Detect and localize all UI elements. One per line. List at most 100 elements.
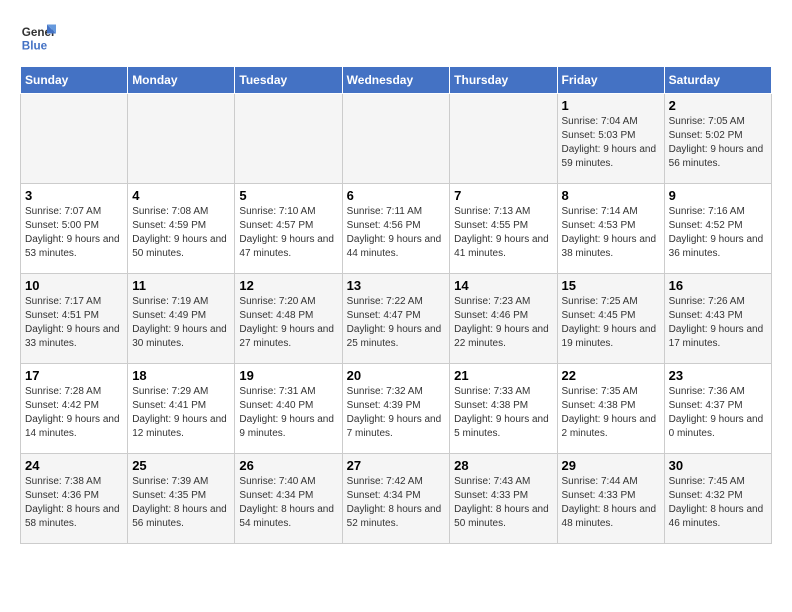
page-header: General Blue (20, 20, 772, 56)
day-number: 5 (239, 188, 337, 203)
calendar-cell: 18 Sunrise: 7:29 AM Sunset: 4:41 PM Dayli… (128, 364, 235, 454)
day-detail: Sunrise: 7:26 AM Sunset: 4:43 PM Dayligh… (669, 295, 767, 351)
day-detail: Sunrise: 7:44 AM Sunset: 4:33 PM Dayligh… (562, 475, 660, 531)
calendar-cell: 6 Sunrise: 7:11 AM Sunset: 4:56 PM Daylig… (342, 184, 450, 274)
day-detail: Sunrise: 7:38 AM Sunset: 4:36 PM Dayligh… (25, 475, 123, 531)
day-detail: Sunrise: 7:43 AM Sunset: 4:33 PM Dayligh… (454, 475, 552, 531)
day-detail: Sunrise: 7:32 AM Sunset: 4:39 PM Dayligh… (347, 385, 446, 441)
calendar-cell: 4 Sunrise: 7:08 AM Sunset: 4:59 PM Daylig… (128, 184, 235, 274)
day-detail: Sunrise: 7:13 AM Sunset: 4:55 PM Dayligh… (454, 205, 552, 261)
day-number: 21 (454, 368, 552, 383)
calendar-cell: 28 Sunrise: 7:43 AM Sunset: 4:33 PM Dayli… (450, 454, 557, 544)
calendar-cell: 21 Sunrise: 7:33 AM Sunset: 4:38 PM Dayli… (450, 364, 557, 454)
day-detail: Sunrise: 7:25 AM Sunset: 4:45 PM Dayligh… (562, 295, 660, 351)
day-detail: Sunrise: 7:33 AM Sunset: 4:38 PM Dayligh… (454, 385, 552, 441)
day-number: 30 (669, 458, 767, 473)
header-sunday: Sunday (21, 67, 128, 94)
calendar-week-0: 1Sunrise: 7:04 AM Sunset: 5:03 PM Daylig… (21, 94, 772, 184)
calendar-cell (21, 94, 128, 184)
calendar-cell: 23 Sunrise: 7:36 AM Sunset: 4:37 PM Dayli… (664, 364, 771, 454)
day-number: 2 (669, 98, 767, 113)
calendar-cell (342, 94, 450, 184)
day-number: 11 (132, 278, 230, 293)
day-number: 26 (239, 458, 337, 473)
calendar-cell (128, 94, 235, 184)
day-detail: Sunrise: 7:16 AM Sunset: 4:52 PM Dayligh… (669, 205, 767, 261)
day-detail: Sunrise: 7:29 AM Sunset: 4:41 PM Dayligh… (132, 385, 230, 441)
calendar-cell: 22 Sunrise: 7:35 AM Sunset: 4:38 PM Dayli… (557, 364, 664, 454)
calendar-cell: 14Sunrise: 7:23 AM Sunset: 4:46 PM Dayli… (450, 274, 557, 364)
day-number: 24 (25, 458, 123, 473)
calendar-cell: 20 Sunrise: 7:32 AM Sunset: 4:39 PM Dayli… (342, 364, 450, 454)
day-number: 22 (562, 368, 660, 383)
day-number: 23 (669, 368, 767, 383)
day-detail: Sunrise: 7:40 AM Sunset: 4:34 PM Dayligh… (239, 475, 337, 531)
day-number: 13 (347, 278, 446, 293)
calendar-cell: 27 Sunrise: 7:42 AM Sunset: 4:34 PM Dayli… (342, 454, 450, 544)
calendar-cell (235, 94, 342, 184)
calendar-cell: 12Sunrise: 7:20 AM Sunset: 4:48 PM Dayli… (235, 274, 342, 364)
header-monday: Monday (128, 67, 235, 94)
day-number: 28 (454, 458, 552, 473)
svg-text:Blue: Blue (22, 40, 48, 53)
day-detail: Sunrise: 7:42 AM Sunset: 4:34 PM Dayligh… (347, 475, 446, 531)
calendar-cell: 8 Sunrise: 7:14 AM Sunset: 4:53 PM Daylig… (557, 184, 664, 274)
day-detail: Sunrise: 7:45 AM Sunset: 4:32 PM Dayligh… (669, 475, 767, 531)
header-friday: Friday (557, 67, 664, 94)
day-number: 4 (132, 188, 230, 203)
header-saturday: Saturday (664, 67, 771, 94)
day-number: 14 (454, 278, 552, 293)
calendar-cell: 19Sunrise: 7:31 AM Sunset: 4:40 PM Dayli… (235, 364, 342, 454)
calendar-cell: 3 Sunrise: 7:07 AM Sunset: 5:00 PM Daylig… (21, 184, 128, 274)
calendar-table: SundayMondayTuesdayWednesdayThursdayFrid… (20, 66, 772, 544)
calendar-cell: 2 Sunrise: 7:05 AM Sunset: 5:02 PM Daylig… (664, 94, 771, 184)
day-number: 15 (562, 278, 660, 293)
day-detail: Sunrise: 7:07 AM Sunset: 5:00 PM Dayligh… (25, 205, 123, 261)
day-detail: Sunrise: 7:14 AM Sunset: 4:53 PM Dayligh… (562, 205, 660, 261)
day-number: 10 (25, 278, 123, 293)
calendar-cell: 16 Sunrise: 7:26 AM Sunset: 4:43 PM Dayli… (664, 274, 771, 364)
day-number: 6 (347, 188, 446, 203)
day-detail: Sunrise: 7:39 AM Sunset: 4:35 PM Dayligh… (132, 475, 230, 531)
calendar-header-row: SundayMondayTuesdayWednesdayThursdayFrid… (21, 67, 772, 94)
calendar-cell: 1Sunrise: 7:04 AM Sunset: 5:03 PM Daylig… (557, 94, 664, 184)
day-detail: Sunrise: 7:08 AM Sunset: 4:59 PM Dayligh… (132, 205, 230, 261)
calendar-week-2: 10Sunrise: 7:17 AM Sunset: 4:51 PM Dayli… (21, 274, 772, 364)
logo: General Blue (20, 20, 60, 56)
day-number: 8 (562, 188, 660, 203)
day-number: 17 (25, 368, 123, 383)
day-number: 27 (347, 458, 446, 473)
day-number: 16 (669, 278, 767, 293)
day-detail: Sunrise: 7:35 AM Sunset: 4:38 PM Dayligh… (562, 385, 660, 441)
calendar-cell (450, 94, 557, 184)
calendar-cell: 10Sunrise: 7:17 AM Sunset: 4:51 PM Dayli… (21, 274, 128, 364)
day-number: 7 (454, 188, 552, 203)
day-detail: Sunrise: 7:11 AM Sunset: 4:56 PM Dayligh… (347, 205, 446, 261)
calendar-week-1: 3 Sunrise: 7:07 AM Sunset: 5:00 PM Daylig… (21, 184, 772, 274)
calendar-cell: 7 Sunrise: 7:13 AM Sunset: 4:55 PM Daylig… (450, 184, 557, 274)
calendar-cell: 17 Sunrise: 7:28 AM Sunset: 4:42 PM Dayli… (21, 364, 128, 454)
calendar-cell: 30 Sunrise: 7:45 AM Sunset: 4:32 PM Dayli… (664, 454, 771, 544)
day-number: 25 (132, 458, 230, 473)
day-detail: Sunrise: 7:10 AM Sunset: 4:57 PM Dayligh… (239, 205, 337, 261)
day-number: 20 (347, 368, 446, 383)
day-detail: Sunrise: 7:28 AM Sunset: 4:42 PM Dayligh… (25, 385, 123, 441)
day-detail: Sunrise: 7:36 AM Sunset: 4:37 PM Dayligh… (669, 385, 767, 441)
day-detail: Sunrise: 7:22 AM Sunset: 4:47 PM Dayligh… (347, 295, 446, 351)
day-number: 29 (562, 458, 660, 473)
day-detail: Sunrise: 7:20 AM Sunset: 4:48 PM Dayligh… (239, 295, 337, 351)
calendar-cell: 29 Sunrise: 7:44 AM Sunset: 4:33 PM Dayli… (557, 454, 664, 544)
calendar-cell: 25 Sunrise: 7:39 AM Sunset: 4:35 PM Dayli… (128, 454, 235, 544)
logo-icon: General Blue (20, 20, 56, 56)
header-thursday: Thursday (450, 67, 557, 94)
day-number: 3 (25, 188, 123, 203)
day-number: 18 (132, 368, 230, 383)
day-detail: Sunrise: 7:05 AM Sunset: 5:02 PM Dayligh… (669, 115, 767, 171)
calendar-cell: 13 Sunrise: 7:22 AM Sunset: 4:47 PM Dayli… (342, 274, 450, 364)
day-number: 9 (669, 188, 767, 203)
header-wednesday: Wednesday (342, 67, 450, 94)
calendar-cell: 24 Sunrise: 7:38 AM Sunset: 4:36 PM Dayli… (21, 454, 128, 544)
day-detail: Sunrise: 7:31 AM Sunset: 4:40 PM Dayligh… (239, 385, 337, 441)
calendar-week-3: 17 Sunrise: 7:28 AM Sunset: 4:42 PM Dayli… (21, 364, 772, 454)
calendar-cell: 9 Sunrise: 7:16 AM Sunset: 4:52 PM Daylig… (664, 184, 771, 274)
